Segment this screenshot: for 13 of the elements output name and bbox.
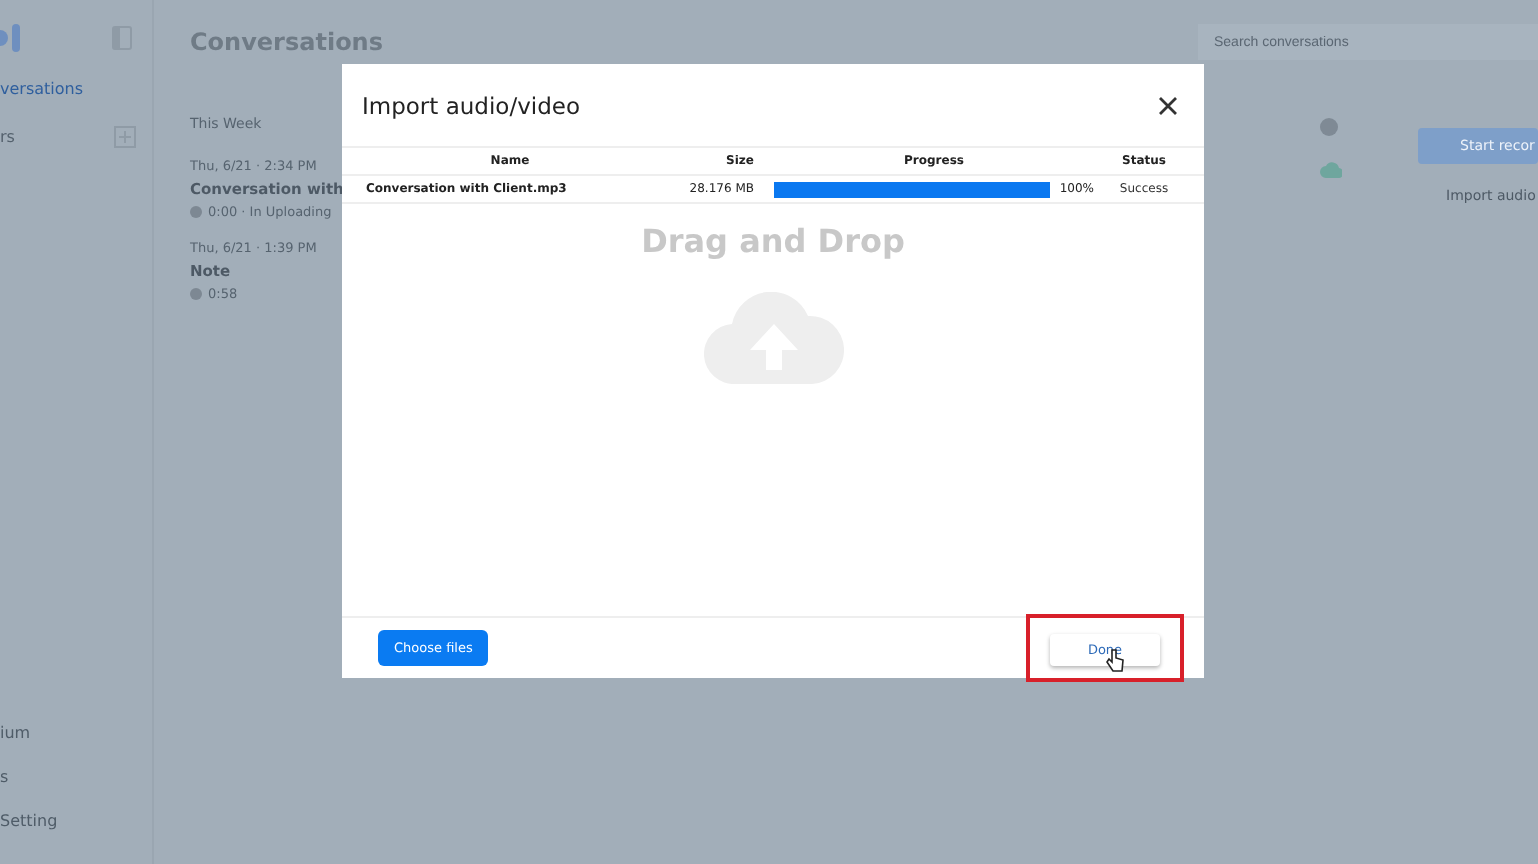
dialog-title: Import audio/video	[362, 91, 580, 119]
close-button[interactable]	[1156, 93, 1180, 117]
logo-icon	[0, 24, 20, 52]
sidebar-item[interactable]: ium	[0, 724, 152, 742]
sidebar-item[interactable]: Setting	[0, 812, 152, 830]
sidebar-item[interactable]: rs	[0, 128, 15, 146]
sidebar-item[interactable]: versations	[0, 80, 84, 98]
clock-icon	[190, 288, 202, 300]
close-icon	[1158, 95, 1178, 115]
info-icon	[1320, 118, 1338, 136]
cloud-icon	[1320, 162, 1342, 178]
clock-icon	[190, 206, 202, 218]
sidebar-item[interactable]: s	[0, 768, 152, 786]
